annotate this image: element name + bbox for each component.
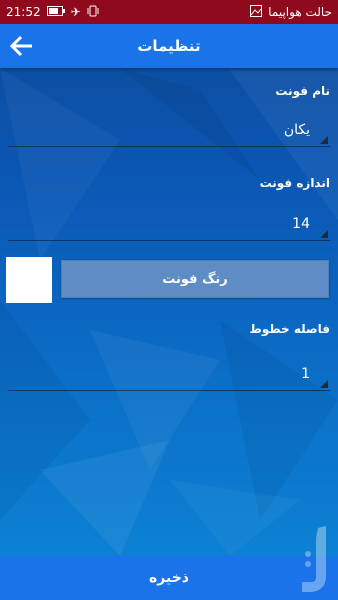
- status-bar: 21:52 ✈ حالت هواپیما: [0, 0, 338, 24]
- font-name-label: نام فونت: [275, 84, 330, 98]
- dropdown-triangle-icon: [320, 136, 328, 144]
- font-color-button[interactable]: رنگ فونت: [61, 260, 329, 298]
- font-name-value: یکان: [283, 122, 310, 138]
- status-left: 21:52 ✈: [6, 5, 99, 20]
- font-size-value: 14: [292, 216, 310, 232]
- arrow-left-icon: [9, 35, 32, 57]
- line-spacing-label: فاصله خطوط: [249, 322, 330, 336]
- image-icon: [250, 4, 263, 20]
- back-button[interactable]: [8, 32, 36, 60]
- app-bar: تنظیمات: [0, 24, 338, 68]
- airplane-icon: ✈: [70, 5, 81, 19]
- vibrate-icon: [87, 5, 99, 20]
- carrier-label: حالت هواپیما: [268, 5, 332, 19]
- dropdown-triangle-icon: [320, 380, 328, 388]
- save-button-label: ذخیره: [149, 570, 189, 586]
- dropdown-triangle-icon: [320, 230, 328, 238]
- time: 21:52: [6, 5, 41, 19]
- line-spacing-value: 1: [301, 366, 310, 382]
- line-spacing-spinner[interactable]: 1: [8, 362, 330, 391]
- status-right: حالت هواپیما: [250, 4, 332, 20]
- font-name-spinner[interactable]: یکان: [8, 118, 330, 147]
- save-button[interactable]: ذخیره: [0, 556, 338, 600]
- page-title: تنظیمات: [137, 37, 201, 55]
- store-logo-watermark: [302, 526, 326, 592]
- font-color-button-label: رنگ فونت: [162, 271, 228, 287]
- font-size-spinner[interactable]: 14: [8, 212, 330, 241]
- font-size-label: اندازه فونت: [259, 176, 330, 190]
- battery-icon: [46, 5, 65, 19]
- font-color-swatch[interactable]: [6, 257, 52, 303]
